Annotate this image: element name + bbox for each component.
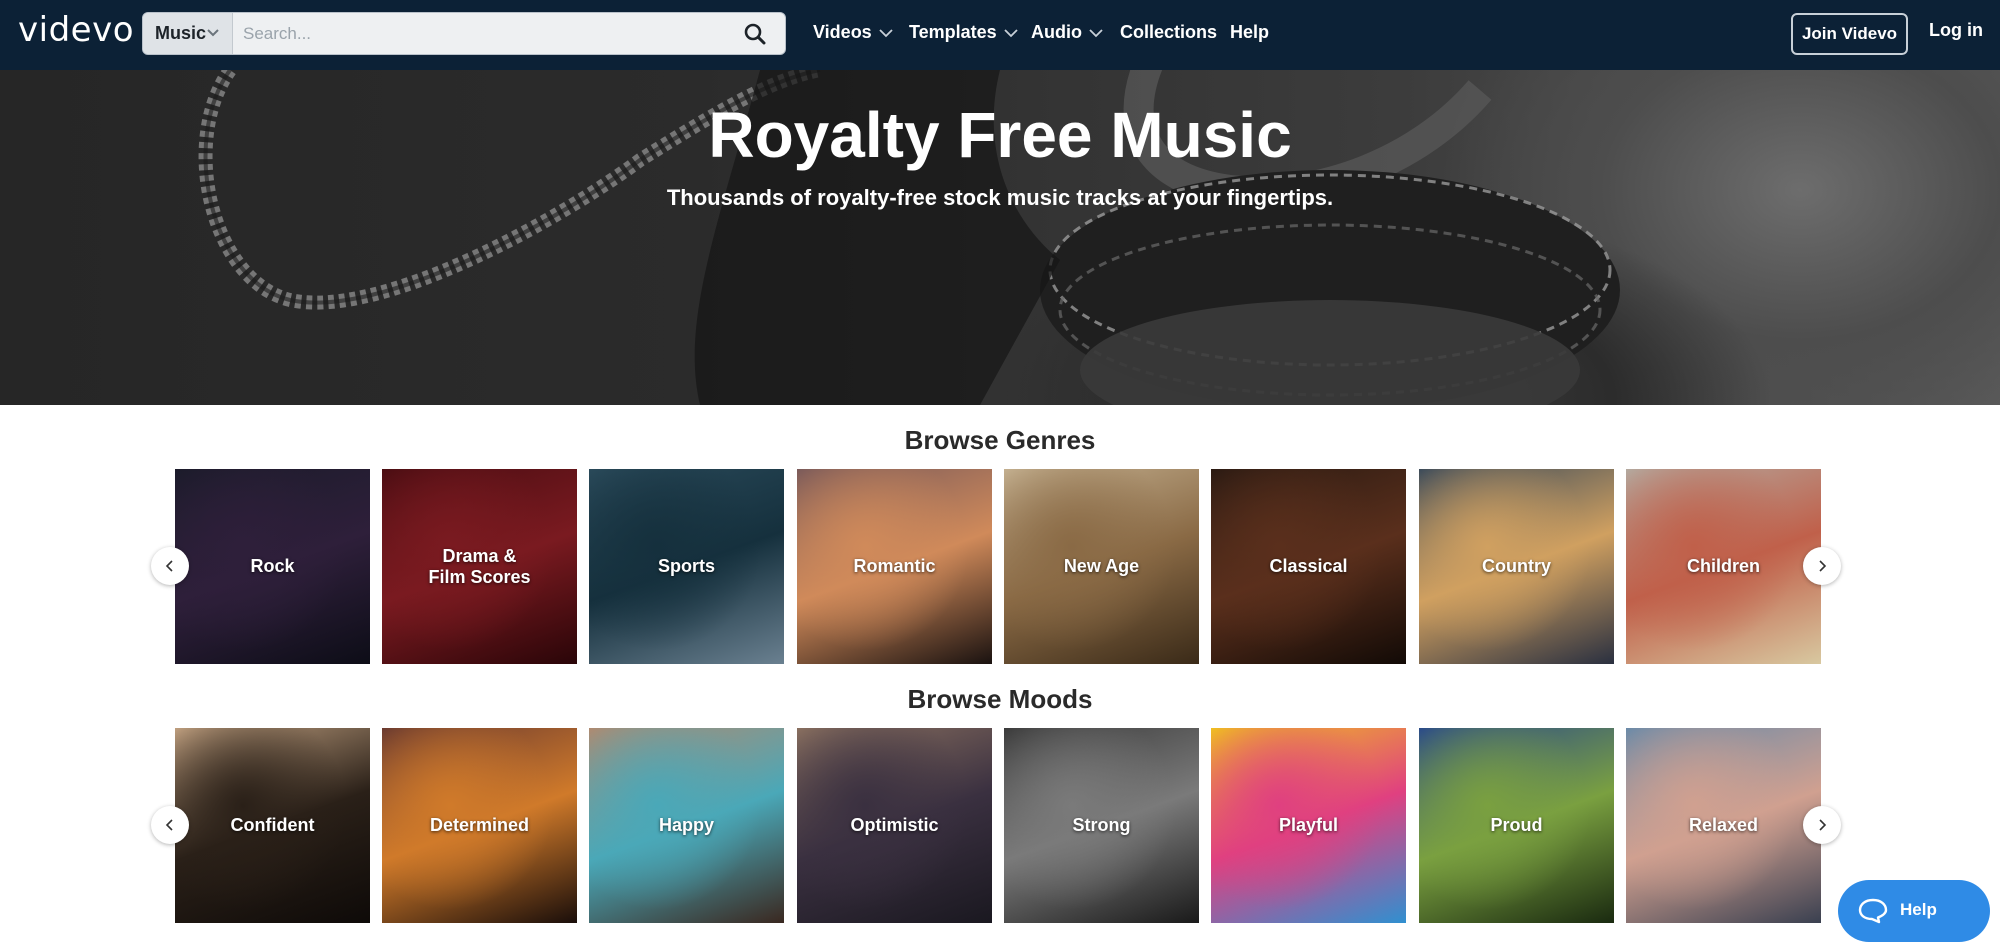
- nav-videos-label: Videos: [813, 22, 872, 42]
- nav-videos[interactable]: Videos: [813, 20, 894, 44]
- genre-tile-drama-film-scores[interactable]: Drama & Film Scores: [382, 469, 577, 664]
- chevron-left-icon: [165, 819, 173, 831]
- chevron-right-icon: [1819, 560, 1827, 572]
- top-navbar: videvo Music Videos Templates Audio Coll…: [0, 0, 2000, 70]
- mood-label: Relaxed: [1688, 815, 1759, 835]
- help-widget-button[interactable]: Help: [1838, 880, 1990, 942]
- search-icon[interactable]: [743, 22, 767, 46]
- mood-label: Playful: [1278, 815, 1339, 835]
- mood-tile-playful[interactable]: Playful: [1211, 728, 1406, 923]
- help-widget-label: Help: [1900, 900, 1937, 919]
- hero-banner: Royalty Free Music Thousands of royalty-…: [0, 70, 2000, 405]
- search-type-dropdown[interactable]: Music: [143, 13, 233, 54]
- mood-label: Determined: [429, 815, 530, 835]
- genre-label: Classical: [1269, 556, 1348, 576]
- mood-tile-confident[interactable]: Confident: [175, 728, 370, 923]
- page-title: Royalty Free Music: [708, 99, 1292, 171]
- chat-bubble-icon: [1858, 898, 1888, 924]
- nav-audio-label: Audio: [1031, 22, 1082, 42]
- genre-label: Country: [1482, 556, 1551, 576]
- nav-audio[interactable]: Audio: [1031, 20, 1104, 44]
- chevron-down-icon: [879, 29, 893, 38]
- nav-templates[interactable]: Templates: [909, 20, 1019, 44]
- nav-collections[interactable]: Collections: [1120, 20, 1217, 44]
- mood-label: Strong: [1072, 815, 1131, 835]
- genre-tile-new-age[interactable]: New Age: [1004, 469, 1199, 664]
- mood-tile-strong[interactable]: Strong: [1004, 728, 1199, 923]
- browse-genres-title: Browse Genres: [904, 425, 1096, 455]
- search-type-label: Music: [155, 23, 207, 43]
- mood-label: Optimistic: [850, 815, 939, 835]
- genre-tile-rock[interactable]: Rock: [175, 469, 370, 664]
- mood-label: Happy: [658, 815, 714, 835]
- login-link[interactable]: Log in: [1929, 20, 1983, 41]
- genre-tile-children[interactable]: Children: [1626, 469, 1821, 664]
- mood-tile-happy[interactable]: Happy: [589, 728, 784, 923]
- search-bar: Music: [142, 12, 786, 55]
- mood-tile-determined[interactable]: Determined: [382, 728, 577, 923]
- chevron-down-icon: [1004, 29, 1018, 38]
- genres-next-button[interactable]: [1803, 547, 1841, 585]
- browse-moods-title: Browse Moods: [907, 684, 1093, 714]
- nav-help[interactable]: Help: [1230, 20, 1269, 44]
- genre-label: Rock: [250, 556, 295, 576]
- moods-prev-button[interactable]: [151, 806, 189, 844]
- mood-tile-proud[interactable]: Proud: [1419, 728, 1614, 923]
- nav-templates-label: Templates: [909, 22, 997, 42]
- chevron-left-icon: [165, 560, 173, 572]
- genres-prev-button[interactable]: [151, 547, 189, 585]
- genre-label: Romantic: [853, 556, 936, 576]
- chevron-right-icon: [1819, 819, 1827, 831]
- search-input[interactable]: [243, 13, 723, 54]
- moods-next-button[interactable]: [1803, 806, 1841, 844]
- page-subtitle: Thousands of royalty-free stock music tr…: [666, 185, 1334, 210]
- mood-label: Proud: [1490, 815, 1543, 835]
- chevron-down-icon: [1089, 29, 1103, 38]
- mood-label: Confident: [230, 815, 315, 835]
- chevron-down-icon: [207, 29, 219, 37]
- genre-label: New Age: [1063, 556, 1140, 576]
- genre-tile-country[interactable]: Country: [1419, 469, 1614, 664]
- videvo-logo[interactable]: videvo: [18, 10, 134, 50]
- mood-tile-relaxed[interactable]: Relaxed: [1626, 728, 1821, 923]
- genre-label: Drama & Film Scores: [428, 545, 531, 587]
- join-button[interactable]: Join Videvo: [1791, 13, 1908, 55]
- genre-tile-classical[interactable]: Classical: [1211, 469, 1406, 664]
- genre-tile-sports[interactable]: Sports: [589, 469, 784, 664]
- genre-label: Children: [1686, 556, 1760, 576]
- genre-tile-romantic[interactable]: Romantic: [797, 469, 992, 664]
- mood-tile-optimistic[interactable]: Optimistic: [797, 728, 992, 923]
- nav-collections-label: Collections: [1120, 22, 1218, 42]
- genre-label: Sports: [657, 556, 715, 576]
- nav-help-label: Help: [1230, 22, 1270, 42]
